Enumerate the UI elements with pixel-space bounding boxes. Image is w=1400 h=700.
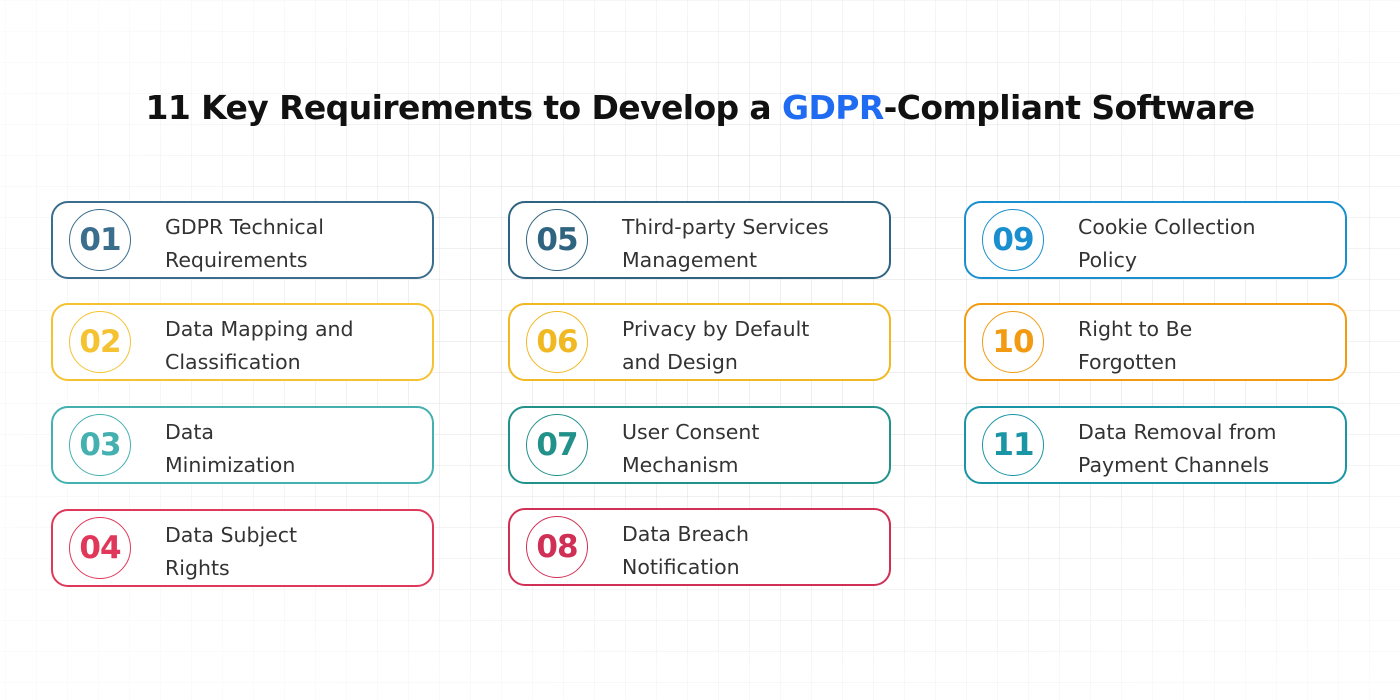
number-badge: 02 [69, 311, 131, 373]
number-badge: 03 [69, 414, 131, 476]
requirement-label: Privacy by Default and Design [622, 313, 882, 379]
number-badge: 06 [526, 311, 588, 373]
label-line-2: Policy [1078, 248, 1137, 272]
requirement-card-10: 10 Right to Be Forgotten [964, 303, 1347, 381]
label-line-2: Minimization [165, 453, 296, 477]
requirement-card-01: 01 GDPR Technical Requirements [51, 201, 434, 279]
label-line-2: Payment Channels [1078, 453, 1270, 477]
number-badge: 11 [982, 414, 1044, 476]
label-line-2: Mechanism [622, 453, 739, 477]
number-badge: 01 [69, 209, 131, 271]
number-badge: 04 [69, 517, 131, 579]
requirement-card-06: 06 Privacy by Default and Design [508, 303, 891, 381]
requirement-label: Data Subject Rights [165, 519, 425, 585]
label-line-2: Rights [165, 556, 230, 580]
label-line-1: Data Breach [622, 522, 749, 546]
label-line-1: Data Removal from [1078, 420, 1277, 444]
label-line-2: Notification [622, 555, 740, 579]
label-line-2: Requirements [165, 248, 308, 272]
title-suffix: -Compliant Software [883, 88, 1255, 128]
label-line-1: Privacy by Default [622, 317, 810, 341]
requirement-label: User Consent Mechanism [622, 416, 882, 482]
requirement-label: Data Mapping and Classification [165, 313, 425, 379]
label-line-1: Data Subject [165, 523, 298, 547]
title-highlight: GDPR [781, 88, 884, 128]
requirement-label: Third-party Services Management [622, 211, 882, 277]
number-badge: 05 [526, 209, 588, 271]
label-line-1: Right to Be [1078, 317, 1193, 341]
requirement-card-03: 03 Data Minimization [51, 406, 434, 484]
number-badge: 07 [526, 414, 588, 476]
requirement-card-02: 02 Data Mapping and Classification [51, 303, 434, 381]
requirement-label: GDPR Technical Requirements [165, 211, 425, 277]
label-line-1: Data [165, 420, 214, 444]
requirement-label: Data Removal from Payment Channels [1078, 416, 1338, 482]
page-title: 11 Key Requirements to Develop a GDPR-Co… [0, 88, 1400, 127]
label-line-1: GDPR Technical [165, 215, 324, 239]
label-line-1: User Consent [622, 420, 760, 444]
requirement-card-08: 08 Data Breach Notification [508, 508, 891, 586]
label-line-2: Forgotten [1078, 350, 1177, 374]
number-badge: 09 [982, 209, 1044, 271]
label-line-1: Data Mapping and [165, 317, 354, 341]
label-line-1: Third-party Services [622, 215, 829, 239]
label-line-2: Classification [165, 350, 301, 374]
requirement-card-04: 04 Data Subject Rights [51, 509, 434, 587]
title-prefix: 11 Key Requirements to Develop a [145, 88, 782, 128]
requirement-card-11: 11 Data Removal from Payment Channels [964, 406, 1347, 484]
requirement-label: Right to Be Forgotten [1078, 313, 1338, 379]
requirement-card-07: 07 User Consent Mechanism [508, 406, 891, 484]
requirement-label: Data Breach Notification [622, 518, 882, 584]
requirement-card-05: 05 Third-party Services Management [508, 201, 891, 279]
requirement-label: Cookie Collection Policy [1078, 211, 1338, 277]
number-badge: 10 [982, 311, 1044, 373]
label-line-2: Management [622, 248, 758, 272]
label-line-2: and Design [622, 350, 738, 374]
requirement-label: Data Minimization [165, 416, 425, 482]
requirement-card-09: 09 Cookie Collection Policy [964, 201, 1347, 279]
number-badge: 08 [526, 516, 588, 578]
label-line-1: Cookie Collection [1078, 215, 1256, 239]
